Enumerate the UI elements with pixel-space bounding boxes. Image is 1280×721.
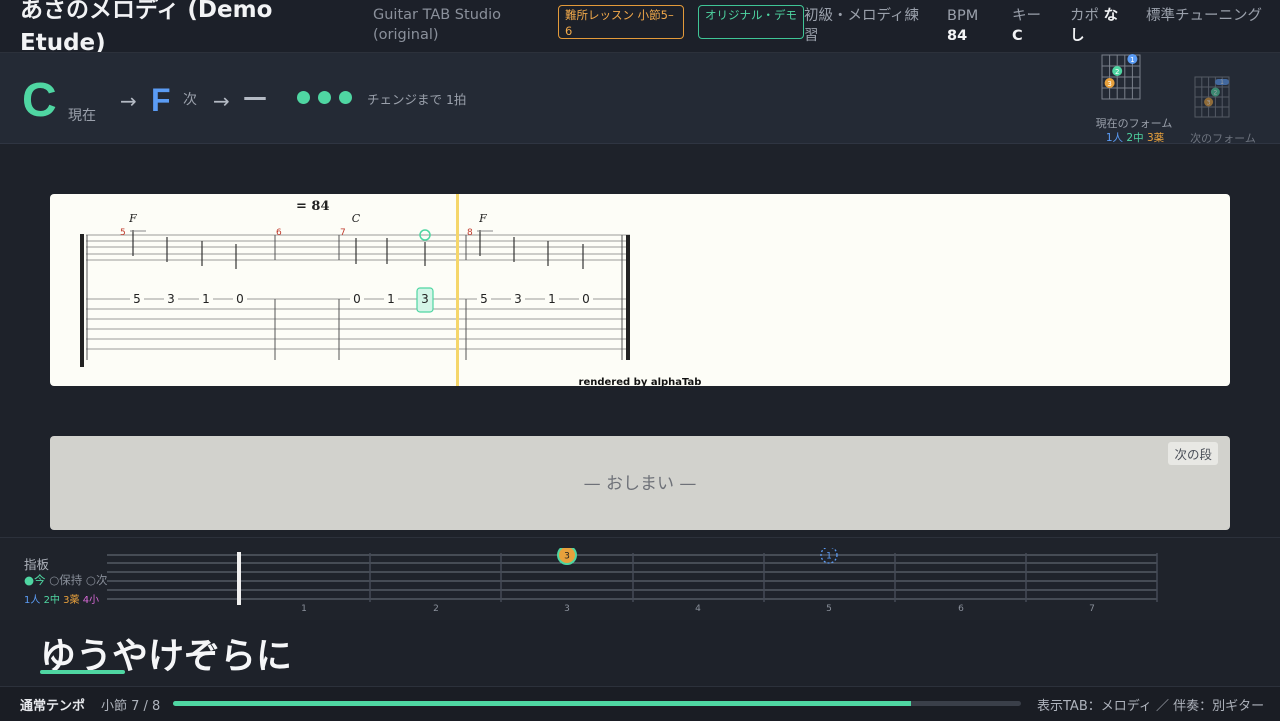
- legend-hold: ○保持: [49, 573, 83, 587]
- end-text: — おしまい —: [583, 474, 697, 494]
- finger-number: 3: [1207, 100, 1211, 107]
- finger-number: 2: [1115, 68, 1119, 76]
- chord-name: F: [478, 212, 487, 225]
- tab-note: 0: [582, 292, 590, 306]
- tab-display-info: 表示TAB：メロディ ／ 伴奏：別ギター: [1037, 699, 1265, 714]
- tab-note: 3: [514, 292, 522, 306]
- fretboard-panel: 指板 ●今 ○保持 ○次 1人 2中 3薬 4小 3 1 1 2 3 4 5 6…: [0, 537, 1280, 620]
- header-bar: あさのメロディ (Demo Etude) Guitar TAB Studio (…: [0, 0, 1280, 53]
- chord-name: F: [128, 212, 137, 225]
- current-label: 現在: [68, 108, 96, 124]
- origin-badge: オリジナル・デモ: [698, 5, 804, 39]
- next-form-diagram: 1 2 3: [1194, 76, 1230, 118]
- tab-score: F C F 5 6 7 8 = 84 5 3 1 0 0 1 3 5 3 1 0…: [50, 194, 1230, 386]
- beat-dot: [339, 91, 352, 104]
- fret-number: 5: [826, 604, 832, 614]
- render-credit: rendered by alphaTab: [579, 377, 702, 386]
- tab-note: 5: [133, 292, 141, 306]
- tab-note: 5: [480, 292, 488, 306]
- tuning-label: 標準チューニング: [1146, 8, 1262, 24]
- current-form-diagram: 1 2 3: [1101, 54, 1141, 100]
- change-countdown: チェンジまで 1拍: [367, 92, 467, 107]
- app-name: Guitar TAB Studio (original): [373, 7, 501, 43]
- bpm-value: 84: [947, 28, 968, 44]
- chord-name: C: [352, 212, 361, 225]
- tempo-mode[interactable]: 通常テンポ: [20, 695, 85, 714]
- bar-number: 6: [276, 228, 282, 238]
- capo-label: カポ: [1070, 8, 1099, 24]
- song-progress-bar[interactable]: [173, 701, 1021, 706]
- lesson-badge[interactable]: 難所レッスン 小節5–6: [558, 5, 684, 39]
- next-form-caption: 次のフォーム: [1190, 132, 1256, 145]
- legend-next: ○次: [85, 573, 108, 587]
- current-chord: C: [22, 74, 57, 127]
- arrow-right-icon: →: [213, 89, 230, 113]
- legend-now: ●今: [24, 573, 46, 587]
- tab-note: 3: [167, 292, 175, 306]
- capo-info: カポ なし: [1070, 6, 1128, 46]
- bar-number: 7: [340, 228, 346, 238]
- finger-legend: 1人 2中 3薬 4小: [24, 595, 100, 606]
- tab-note: 1: [548, 292, 556, 306]
- tab-note-current: 3: [421, 292, 429, 306]
- key-label: キー: [1012, 8, 1041, 24]
- fretboard-legend: ●今 ○保持 ○次: [24, 572, 107, 588]
- fret-number: 7: [1089, 604, 1095, 614]
- progress-fill: [173, 701, 911, 706]
- status-bar: 通常テンポ 小節 7 / 8 表示TAB：メロディ ／ 伴奏：別ギター: [0, 686, 1280, 721]
- after-next-chord: —: [243, 83, 267, 111]
- level-label: 初級・メロディ練習: [804, 8, 919, 44]
- finger-number: 2: [1213, 90, 1217, 97]
- tab-note: 0: [353, 292, 361, 306]
- beat-dot: [297, 91, 310, 104]
- bpm-label: BPM: [947, 8, 979, 24]
- current-form-caption: 現在のフォーム: [1095, 117, 1173, 130]
- tab-note: 0: [236, 292, 244, 306]
- finger-legend: 1人 2中 3薬: [1105, 132, 1165, 144]
- tempo-mark: = 84: [296, 199, 330, 214]
- measure-counter: 小節 7 / 8: [101, 699, 161, 714]
- chord-strip: C 現在 → F 次 → — チェンジまで 1拍 1 2 3 現在のフォーム 1…: [0, 53, 1280, 145]
- next-chord: F: [151, 82, 171, 118]
- beat-dot: [318, 91, 331, 104]
- next-system-button[interactable]: 次の段: [1168, 442, 1218, 465]
- tab-note: 1: [202, 292, 210, 306]
- finger-number: 3: [1107, 80, 1111, 88]
- next-label: 次: [183, 92, 197, 108]
- lyric-progress-underline: [40, 670, 125, 674]
- key-value: C: [1012, 28, 1023, 44]
- fret-number: 2: [433, 604, 439, 614]
- bar-number: 8: [467, 228, 473, 238]
- next-system-panel: 次の段 — おしまい —: [50, 436, 1230, 530]
- tab-note: 1: [387, 292, 395, 306]
- fretboard-diagram: 3 1 1 2 3 4 5 6 7: [107, 548, 1158, 614]
- bar-number: 5: [120, 228, 126, 238]
- fret-number: 6: [958, 604, 964, 614]
- fret-number: 3: [564, 604, 570, 614]
- finger-number: 1: [1220, 79, 1224, 86]
- tab-staff-svg: F C F 5 6 7 8 = 84 5 3 1 0 0 1 3 5 3 1 0…: [80, 194, 702, 386]
- now-marker-number: 3: [564, 552, 570, 562]
- song-title: あさのメロディ (Demo Etude): [20, 0, 273, 53]
- fret-number: 1: [301, 604, 307, 614]
- fret-number: 4: [695, 604, 701, 614]
- next-marker-number: 1: [826, 552, 832, 562]
- key-info: キー C: [1012, 6, 1062, 46]
- arrow-right-icon: →: [120, 89, 137, 113]
- bpm-info: BPM 84: [947, 6, 1007, 46]
- fretboard-title: 指板: [24, 557, 50, 572]
- finger-number: 1: [1130, 56, 1134, 64]
